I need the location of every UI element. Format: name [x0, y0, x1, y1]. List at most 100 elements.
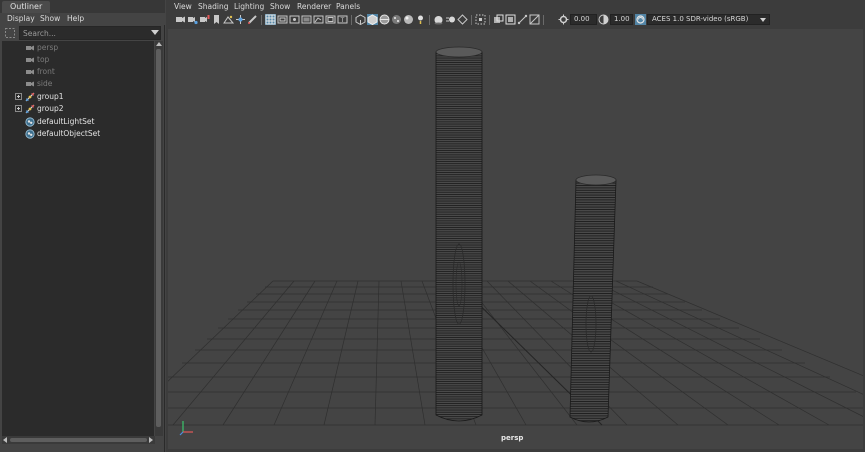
shadows-icon[interactable]	[415, 14, 426, 25]
outliner-horizontal-scrollbar[interactable]	[2, 436, 155, 444]
multisample-aa-icon[interactable]	[457, 14, 468, 25]
vertical-scroll-thumb[interactable]	[156, 49, 161, 427]
list-item-top[interactable]: top	[2, 54, 154, 66]
tree-item-label: side	[37, 79, 53, 88]
exposure-field[interactable]: 0.00	[570, 14, 597, 25]
viewport-3d[interactable]: persp	[168, 29, 863, 449]
xray-icon[interactable]	[493, 14, 504, 25]
color-transform-value: ACES 1.0 SDR-video (sRGB)	[652, 15, 749, 23]
camera-icon	[26, 57, 34, 63]
bookmark-flag-icon[interactable]	[211, 14, 222, 25]
toolbar-separator	[261, 15, 262, 25]
smooth-shade-icon[interactable]	[367, 14, 378, 25]
tree-item-label: top	[37, 55, 50, 64]
exposure-icon[interactable]	[558, 14, 569, 25]
toolbar-separator	[471, 15, 472, 25]
cylinder-tall[interactable]	[435, 46, 483, 422]
viewport-menu-show[interactable]: Show	[270, 1, 290, 13]
select-camera-icon[interactable]	[175, 14, 186, 25]
camera-icon	[26, 45, 34, 51]
screen-space-ambient-occlusion-icon[interactable]	[433, 14, 444, 25]
list-item-group2[interactable]: group2	[2, 103, 154, 115]
xray-active-components-icon[interactable]	[505, 14, 516, 25]
list-item-side[interactable]: side	[2, 78, 154, 90]
resolution-gate-icon[interactable]	[289, 14, 300, 25]
xray-joints-icon[interactable]	[517, 14, 528, 25]
chevron-down-icon	[760, 18, 766, 22]
filter-icon[interactable]	[5, 28, 15, 38]
list-item-front[interactable]: front	[2, 66, 154, 78]
tree-item-label: group2	[37, 104, 64, 113]
color-transform-dropdown[interactable]: ACES 1.0 SDR-video (sRGB)	[647, 14, 770, 25]
scroll-right-arrow-icon[interactable]	[149, 437, 153, 443]
safe-title-icon[interactable]: T	[337, 14, 348, 25]
tree-item-label: group1	[37, 92, 64, 101]
outliner-menu-help[interactable]: Help	[67, 13, 84, 25]
viewport-toolbar: T 0.00 1.00 ACES 1.0 SDR-video (sRGB)	[166, 13, 865, 27]
camera-name-label: persp	[501, 434, 524, 442]
viewport-panel: View Shading Lighting Show Renderer Pane…	[166, 0, 865, 452]
toolbar-separator	[489, 15, 490, 25]
viewport-menu-panels[interactable]: Panels	[336, 1, 360, 13]
gate-mask-icon[interactable]	[301, 14, 312, 25]
group-transform-icon	[25, 92, 35, 102]
outliner-menu-show[interactable]: Show	[40, 13, 60, 25]
outliner-menu-bar: Display Show Help	[0, 13, 165, 25]
field-chart-icon[interactable]	[313, 14, 324, 25]
outliner-tab[interactable]: Outliner	[2, 1, 51, 13]
outliner-search-row	[2, 26, 161, 40]
two-d-pan-zoom-icon[interactable]	[235, 14, 246, 25]
list-item-default-object-set[interactable]: defaultObjectSet	[2, 128, 154, 140]
list-item-group1[interactable]: group1	[2, 91, 154, 103]
gamma-icon[interactable]	[598, 14, 609, 25]
toolbar-separator	[351, 15, 352, 25]
outliner-menu-display[interactable]: Display	[7, 13, 35, 25]
scroll-left-arrow-icon[interactable]	[3, 437, 7, 443]
scroll-up-arrow-icon[interactable]	[156, 42, 162, 46]
object-set-icon	[25, 129, 35, 139]
outliner-tab-bar: Outliner	[0, 0, 165, 13]
bookmarks-icon[interactable]	[199, 14, 210, 25]
scene-canvas[interactable]	[168, 29, 863, 449]
textured-icon[interactable]	[391, 14, 402, 25]
cylinder-short[interactable]	[569, 174, 617, 423]
gamma-field[interactable]: 1.00	[610, 14, 633, 25]
viewport-menu-bar: View Shading Lighting Show Renderer Pane…	[166, 1, 865, 13]
color-management-icon[interactable]	[635, 14, 646, 25]
search-options-chevron-down-icon[interactable]	[151, 30, 159, 35]
tree-item-label: front	[37, 67, 55, 76]
motion-blur-icon[interactable]	[445, 14, 456, 25]
wireframe-icon[interactable]	[355, 14, 366, 25]
backface-culling-icon[interactable]	[529, 14, 540, 25]
image-plane-icon[interactable]	[223, 14, 234, 25]
outliner-vertical-scrollbar[interactable]	[155, 41, 163, 436]
horizontal-scroll-thumb[interactable]	[10, 438, 147, 442]
outliner-panel: Outliner Display Show Help persp top fro…	[0, 0, 165, 452]
tree-item-label: defaultLightSet	[37, 117, 95, 126]
grease-pencil-icon[interactable]	[247, 14, 258, 25]
expand-plus-icon[interactable]	[15, 93, 22, 100]
object-set-icon	[25, 117, 35, 127]
camera-attributes-icon[interactable]	[187, 14, 198, 25]
view-axis-gizmo-icon	[179, 421, 193, 436]
film-gate-icon[interactable]	[277, 14, 288, 25]
isolate-select-icon[interactable]	[475, 14, 486, 25]
expand-plus-icon[interactable]	[15, 105, 22, 112]
use-all-lights-icon[interactable]	[403, 14, 414, 25]
viewport-menu-view[interactable]: View	[174, 1, 192, 13]
list-item-persp[interactable]: persp	[2, 42, 154, 54]
wireframe-on-shaded-icon[interactable]	[379, 14, 390, 25]
tree-item-label: persp	[37, 43, 59, 52]
safe-action-icon[interactable]	[325, 14, 336, 25]
grid-icon[interactable]	[265, 14, 276, 25]
tree-item-label: defaultObjectSet	[37, 129, 101, 138]
camera-icon	[26, 69, 34, 75]
list-item-default-light-set[interactable]: defaultLightSet	[2, 116, 154, 128]
viewport-menu-renderer[interactable]: Renderer	[297, 1, 331, 13]
outliner-search-input[interactable]	[19, 26, 161, 40]
camera-icon	[26, 81, 34, 87]
outliner-tree: persp top front side group1 group2 defau…	[2, 41, 154, 436]
viewport-menu-lighting[interactable]: Lighting	[234, 1, 264, 13]
ground-grid	[168, 280, 863, 426]
viewport-menu-shading[interactable]: Shading	[198, 1, 228, 13]
